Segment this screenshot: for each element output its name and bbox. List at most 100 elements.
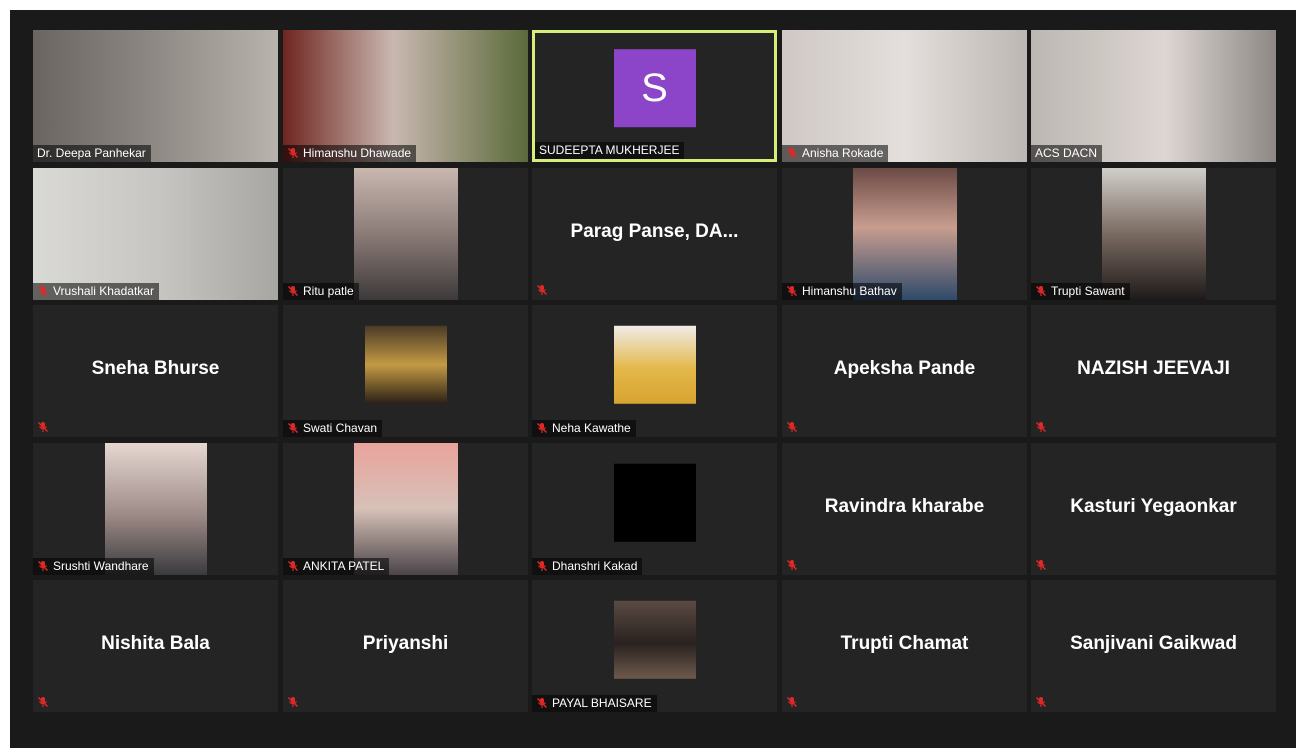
microphone-muted-icon (1036, 286, 1046, 296)
microphone-muted-icon (537, 285, 547, 295)
participant-name: Apeksha Pande (833, 357, 976, 379)
participant-thumbnail (613, 325, 696, 404)
participant-tile[interactable]: Himanshu Bathav (782, 168, 1027, 300)
participant-label-text: Neha Kawathe (552, 421, 631, 435)
participant-tile[interactable]: Dr. Deepa Panhekar (33, 30, 278, 162)
participant-name-label: Himanshu Dhawade (283, 145, 417, 162)
participant-name-label: Vrushali Khadatkar (33, 283, 159, 300)
microphone-muted-icon (787, 422, 797, 432)
participant-name-label: ACS DACN (1031, 145, 1103, 162)
participant-tile[interactable]: Neha Kawathe (532, 305, 777, 437)
participant-video (33, 168, 278, 300)
participant-avatar: S (613, 49, 696, 128)
participant-tile[interactable]: Trupti Sawant (1031, 168, 1276, 300)
participant-name: Kasturi Yegaonkar (1070, 495, 1237, 517)
participant-name-label: Dhanshri Kakad (532, 558, 643, 575)
microphone-muted-icon (1036, 697, 1046, 707)
microphone-muted-icon (288, 697, 298, 707)
participant-name: Trupti Chamat (840, 632, 969, 654)
participant-video (33, 30, 278, 162)
participant-thumbnail (613, 463, 696, 542)
participant-tile[interactable]: Apeksha Pande (782, 305, 1027, 437)
participant-tile[interactable]: Anisha Rokade (782, 30, 1027, 162)
participant-video (852, 168, 957, 300)
microphone-muted-icon (787, 560, 797, 570)
participant-label-text: Dhanshri Kakad (552, 559, 638, 573)
participant-tile[interactable]: Sanjivani Gaikwad (1031, 580, 1276, 712)
participant-name: Parag Panse, DA... (570, 220, 739, 242)
participant-label-text: Trupti Sawant (1051, 284, 1125, 298)
participant-label-text: SUDEEPTA MUKHERJEE (539, 143, 680, 157)
microphone-muted-icon (1036, 422, 1046, 432)
participant-label-text: Ritu patle (303, 284, 354, 298)
microphone-muted-icon (787, 697, 797, 707)
participant-tile[interactable]: Parag Panse, DA... (532, 168, 777, 300)
participant-tile[interactable]: Trupti Chamat (782, 580, 1027, 712)
participant-label-text: ACS DACN (1035, 146, 1098, 160)
participant-name-label: ANKITA PATEL (283, 558, 390, 575)
participant-label-text: Himanshu Bathav (802, 284, 897, 298)
participant-name-label: Himanshu Bathav (782, 283, 902, 300)
participant-tile[interactable]: Ravindra kharabe (782, 443, 1027, 575)
participant-tile[interactable]: Swati Chavan (283, 305, 528, 437)
participant-video (1031, 30, 1276, 162)
microphone-muted-icon (787, 148, 797, 158)
microphone-muted-icon (38, 697, 48, 707)
participant-tile[interactable]: Nishita Bala (33, 580, 278, 712)
participant-video (353, 168, 458, 300)
participant-name-label: Dr. Deepa Panhekar (33, 145, 151, 162)
participant-video (1101, 168, 1206, 300)
participant-thumbnail (613, 600, 696, 679)
participant-tile[interactable]: Sneha Bhurse (33, 305, 278, 437)
zoom-gallery-view: Dr. Deepa Panhekar Himanshu Dhawade S SUDE… (10, 10, 1296, 748)
participant-label-text: PAYAL BHAISARE (552, 696, 652, 710)
microphone-muted-icon (537, 698, 547, 708)
participant-tile[interactable]: S SUDEEPTA MUKHERJEE (532, 30, 777, 162)
participant-tile[interactable]: Dhanshri Kakad (532, 443, 777, 575)
microphone-muted-icon (288, 286, 298, 296)
microphone-muted-icon (537, 561, 547, 571)
microphone-muted-icon (288, 561, 298, 571)
participant-video (353, 443, 458, 575)
participant-name: Ravindra kharabe (824, 495, 985, 517)
microphone-muted-icon (288, 423, 298, 433)
microphone-muted-icon (288, 148, 298, 158)
microphone-muted-icon (787, 286, 797, 296)
participant-label-text: Vrushali Khadatkar (53, 284, 154, 298)
participant-grid: Dr. Deepa Panhekar Himanshu Dhawade S SUDE… (33, 30, 1276, 720)
participant-label-text: Srushti Wandhare (53, 559, 149, 573)
participant-label-text: Swati Chavan (303, 421, 378, 435)
microphone-muted-icon (38, 286, 48, 296)
participant-video (104, 443, 207, 575)
participant-tile[interactable]: ACS DACN (1031, 30, 1276, 162)
participant-tile[interactable]: Srushti Wandhare (33, 443, 278, 575)
participant-tile[interactable]: Vrushali Khadatkar (33, 168, 278, 300)
participant-name-label: Neha Kawathe (532, 420, 636, 437)
participant-tile[interactable]: Ritu patle (283, 168, 528, 300)
microphone-muted-icon (537, 423, 547, 433)
participant-name-label: Trupti Sawant (1031, 283, 1130, 300)
participant-video (782, 30, 1027, 162)
participant-tile[interactable]: Priyanshi (283, 580, 528, 712)
participant-label-text: ANKITA PATEL (303, 559, 385, 573)
participant-tile[interactable]: Kasturi Yegaonkar (1031, 443, 1276, 575)
participant-name-label: Anisha Rokade (782, 145, 889, 162)
participant-name-label: Srushti Wandhare (33, 558, 154, 575)
microphone-muted-icon (38, 422, 48, 432)
participant-label-text: Anisha Rokade (802, 146, 884, 160)
participant-name: NAZISH JEEVAJI (1077, 357, 1230, 379)
participant-tile[interactable]: NAZISH JEEVAJI (1031, 305, 1276, 437)
participant-label-text: Dr. Deepa Panhekar (37, 146, 146, 160)
participant-tile[interactable]: Himanshu Dhawade (283, 30, 528, 162)
participant-name-label: Ritu patle (283, 283, 359, 300)
microphone-muted-icon (1036, 560, 1046, 570)
participant-tile[interactable]: PAYAL BHAISARE (532, 580, 777, 712)
participant-name: Sneha Bhurse (91, 357, 220, 379)
participant-name-label: PAYAL BHAISARE (532, 695, 657, 712)
participant-name: Sanjivani Gaikwad (1070, 632, 1237, 654)
participant-tile[interactable]: ANKITA PATEL (283, 443, 528, 575)
participant-name: Nishita Bala (101, 632, 210, 654)
participant-label-text: Himanshu Dhawade (303, 146, 412, 160)
participant-name-label: Swati Chavan (283, 420, 383, 437)
microphone-muted-icon (38, 561, 48, 571)
